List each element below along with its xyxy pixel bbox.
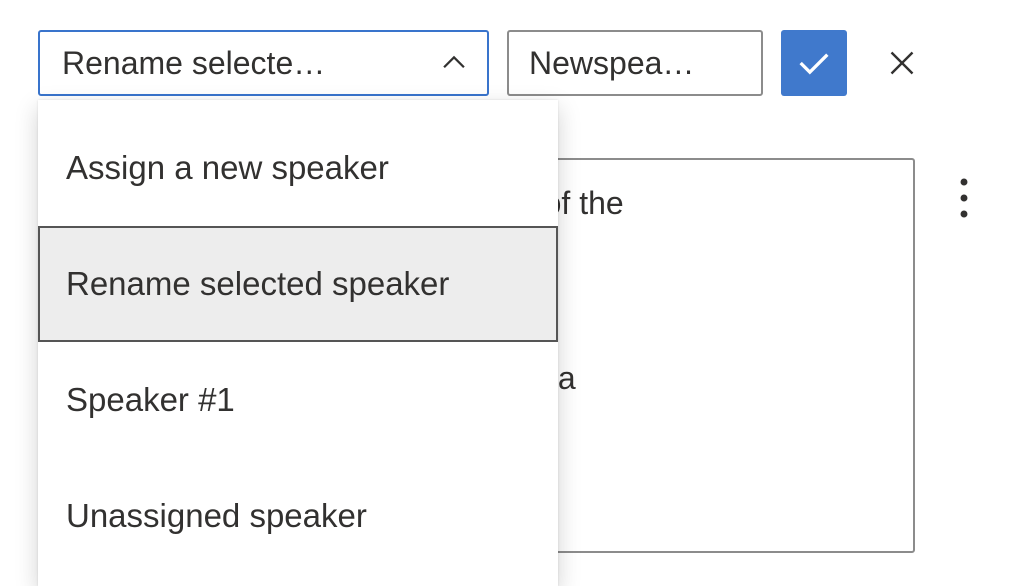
menu-item-label: Rename selected speaker	[66, 265, 449, 303]
chevron-up-icon	[437, 46, 471, 80]
cancel-button[interactable]	[869, 30, 935, 96]
menu-item-rename-selected-speaker[interactable]: Rename selected speaker	[38, 226, 558, 342]
speaker-name-input[interactable]	[507, 30, 763, 96]
toolbar: Rename selecte…	[0, 0, 1009, 96]
menu-item-speaker-1[interactable]: Speaker #1	[38, 342, 558, 458]
speaker-action-dropdown[interactable]: Rename selecte…	[38, 30, 489, 96]
confirm-button[interactable]	[781, 30, 847, 96]
close-icon	[884, 45, 920, 81]
more-vertical-icon	[959, 178, 969, 218]
menu-item-label: Speaker #1	[66, 381, 235, 419]
checkmark-icon	[794, 43, 834, 83]
menu-item-label: Unassigned speaker	[66, 497, 367, 535]
speaker-action-menu: Assign a new speaker Rename selected spe…	[38, 100, 558, 586]
more-options-button[interactable]	[939, 168, 989, 228]
menu-item-unassigned-speaker[interactable]: Unassigned speaker	[38, 458, 558, 574]
menu-item-assign-new-speaker[interactable]: Assign a new speaker	[38, 110, 558, 226]
dropdown-label: Rename selecte…	[62, 45, 325, 82]
menu-item-label: Assign a new speaker	[66, 149, 389, 187]
